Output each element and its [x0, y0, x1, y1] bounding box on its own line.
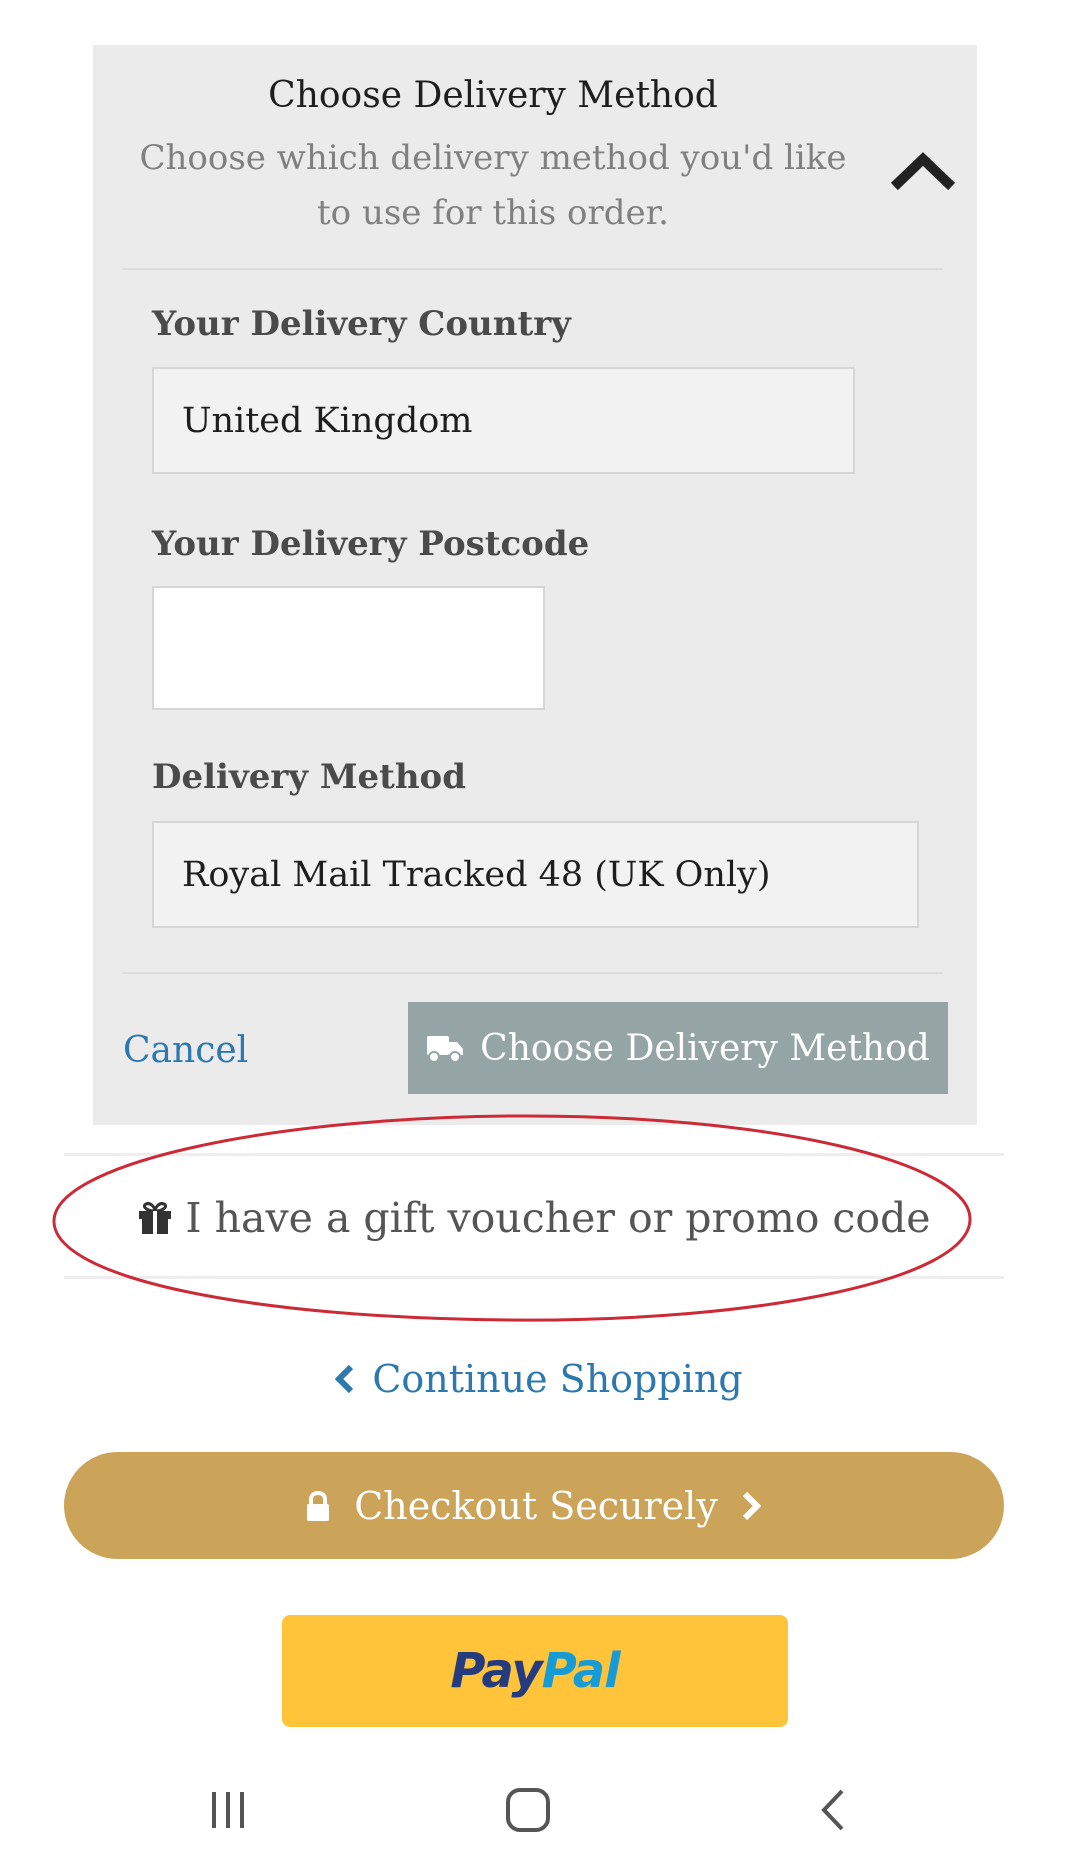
voucher-top-divider — [64, 1153, 1004, 1156]
home-icon[interactable] — [483, 1760, 573, 1860]
delivery-country-select[interactable]: United Kingdom — [152, 367, 855, 474]
delivery-country-label: Your Delivery Country — [152, 304, 571, 344]
voucher-bottom-divider — [64, 1276, 1004, 1279]
gift-voucher-toggle[interactable]: I have a gift voucher or promo code — [64, 1160, 1004, 1275]
lock-icon — [307, 1490, 330, 1521]
delivery-postcode-input[interactable] — [152, 586, 545, 710]
checkout-securely-label: Checkout Securely — [354, 1483, 718, 1528]
chevron-right-icon — [742, 1491, 762, 1520]
choose-delivery-method-label: Choose Delivery Method — [480, 1027, 930, 1069]
paypal-logo: PayPal — [450, 1643, 621, 1699]
paypal-logo-pay: Pay — [450, 1643, 542, 1699]
collapse-chevron-up-icon[interactable] — [888, 135, 958, 205]
paypal-button[interactable]: PayPal — [282, 1615, 788, 1727]
recent-apps-icon[interactable] — [183, 1760, 273, 1860]
paypal-logo-pal: Pal — [541, 1643, 621, 1699]
panel-title: Choose Delivery Method — [268, 75, 718, 116]
delivery-postcode-label: Your Delivery Postcode — [152, 524, 590, 564]
cancel-link[interactable]: Cancel — [123, 1030, 248, 1071]
choose-delivery-method-button[interactable]: Choose Delivery Method — [408, 1002, 948, 1094]
delivery-method-panel: Choose Delivery Method Choose which deli… — [93, 45, 977, 1125]
continue-shopping-link[interactable]: Continue Shopping — [0, 1357, 1075, 1401]
back-icon[interactable] — [788, 1760, 878, 1860]
panel-footer-divider — [123, 972, 943, 974]
checkout-securely-button[interactable]: Checkout Securely — [64, 1452, 1004, 1559]
delivery-method-select[interactable]: Royal Mail Tracked 48 (UK Only) — [152, 821, 919, 928]
gift-icon — [139, 1201, 172, 1234]
system-navigation-bar — [0, 1760, 1075, 1860]
delivery-method-label: Delivery Method — [152, 757, 466, 797]
panel-divider — [123, 268, 943, 270]
panel-description: Choose which delivery method you'd like … — [139, 138, 847, 233]
truck-icon — [427, 1036, 464, 1063]
continue-shopping-label: Continue Shopping — [372, 1357, 743, 1401]
gift-voucher-label: I have a gift voucher or promo code — [185, 1193, 931, 1242]
chevron-left-icon — [335, 1364, 354, 1394]
